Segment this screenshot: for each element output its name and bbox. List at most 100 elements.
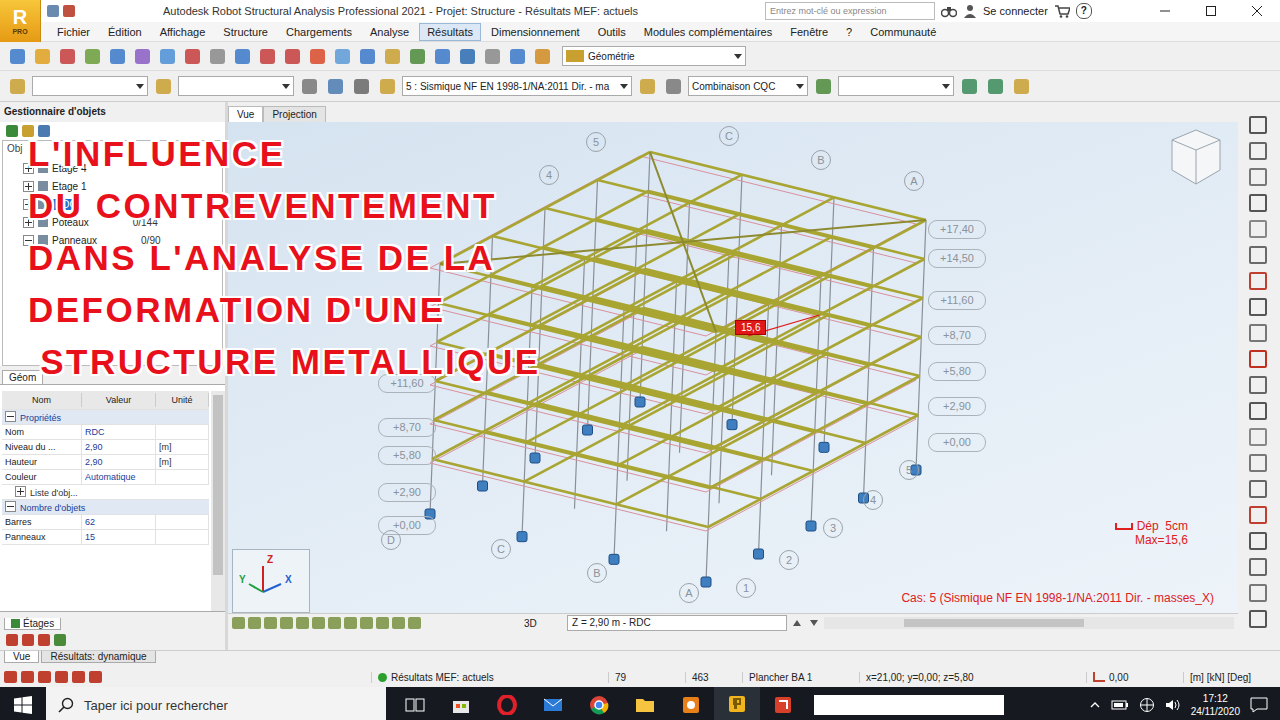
view-tool-icon[interactable] [376,617,389,629]
user-icon[interactable] [963,4,977,18]
floors-tab[interactable]: Étages [4,618,61,630]
menu-item[interactable]: Analyse [362,23,417,41]
expand-toggle-icon[interactable] [23,235,34,246]
right-tool-icon[interactable] [1247,322,1269,343]
viewcube-icon[interactable] [1168,126,1224,190]
toolbar-icon[interactable] [106,45,128,67]
sign-in-button[interactable]: Se connecter [983,5,1048,17]
battery-icon[interactable] [1111,699,1129,711]
panel-tool-icon[interactable] [22,125,34,137]
view-tool-icon[interactable] [232,617,245,629]
status-tool-icon[interactable] [4,671,17,683]
toolbar-icon[interactable] [431,45,453,67]
bottom-tab[interactable]: Vue [4,651,39,663]
toolbar-icon[interactable] [331,45,353,67]
help-search-field[interactable]: Entrez mot-clé ou expression [765,2,935,20]
property-row[interactable]: Propriétés [2,410,209,425]
property-row[interactable]: Nombre d'objets [2,500,209,515]
view-scrollbar[interactable] [824,617,1234,629]
tree-item[interactable]: Etage 1 [3,177,222,195]
toolbar-icon[interactable] [231,45,253,67]
right-tool-icon[interactable] [1247,244,1269,265]
right-tool-icon[interactable] [1247,452,1269,473]
network-icon[interactable] [1139,697,1155,713]
toolbar-icon[interactable] [206,45,228,67]
floor-tool-icon[interactable] [22,634,34,646]
status-tool-icon[interactable] [72,671,85,683]
toolbar-icon[interactable] [131,45,153,67]
view-select[interactable]: Géométrie [562,46,746,66]
toolbar-icon[interactable] [181,45,203,67]
frame2-icon[interactable] [984,75,1006,97]
robot-app-icon[interactable] [714,687,760,720]
view-tab[interactable]: Projection [263,106,325,122]
view-mode[interactable]: 3D [524,618,564,629]
quick-undo-icon[interactable] [63,5,75,17]
quick-save-icon[interactable] [47,5,59,17]
show-hidden-icons-icon[interactable] [1089,700,1101,710]
menu-item[interactable]: Communauté [862,23,944,41]
tree-item[interactable]: Etage 4 [3,159,222,177]
status-tool-icon[interactable] [38,671,51,683]
properties-tab[interactable]: Géom [2,370,43,384]
toolbar-icon[interactable] [6,45,28,67]
view-tool-icon[interactable] [296,617,309,629]
case-icon[interactable] [324,75,346,97]
help-button[interactable]: ? [1076,3,1092,19]
maximize-icon[interactable] [1188,0,1234,22]
toolbar-icon[interactable] [156,45,178,67]
expand-toggle-icon[interactable] [5,501,16,512]
file-explorer-icon[interactable] [622,687,668,720]
right-tool-icon[interactable] [1247,608,1269,629]
toolbar-icon[interactable] [31,45,53,67]
section-icon[interactable] [1010,75,1032,97]
tree-item[interactable]: Poteaux0/144 [3,213,222,231]
tree-item[interactable]: RDC [3,195,222,213]
filter-icon[interactable] [298,75,320,97]
toolbar-icon[interactable] [406,45,428,67]
clock[interactable]: 17:1224/11/2020 [1191,692,1240,718]
toolbar-icon[interactable] [56,45,78,67]
chrome-icon[interactable] [576,687,622,720]
properties-scrollbar[interactable] [211,391,225,611]
property-row[interactable]: Barres62 [2,515,209,530]
property-row[interactable]: CouleurAutomatique [2,470,209,485]
right-tool-icon[interactable] [1247,166,1269,187]
view-tool-icon[interactable] [312,617,325,629]
load-icon[interactable] [350,75,372,97]
right-tool-icon[interactable] [1247,270,1269,291]
expand-toggle-icon[interactable] [23,163,34,174]
max-displacement-marker[interactable]: 15,6 [735,320,766,335]
menu-item[interactable]: Modules complémentaires [636,23,780,41]
right-tool-icon[interactable] [1247,400,1269,421]
toolbar-icon[interactable] [81,45,103,67]
opera-icon[interactable] [484,687,530,720]
menu-item[interactable]: Affichage [152,23,214,41]
right-tool-icon[interactable] [1247,140,1269,161]
combination-icon[interactable] [662,75,684,97]
property-row[interactable]: NomRDC [2,425,209,440]
view-tool-icon[interactable] [360,617,373,629]
volume-icon[interactable] [1165,698,1181,712]
frame-icon[interactable] [958,75,980,97]
panel-tool-icon[interactable] [38,125,50,137]
view-tool-icon[interactable] [344,617,357,629]
app-red-icon[interactable] [760,687,806,720]
property-row[interactable]: Panneaux15 [2,530,209,545]
right-tool-icon[interactable] [1247,114,1269,135]
combination-select[interactable]: Combinaison CQC [688,76,808,96]
view-tool-icon[interactable] [392,617,405,629]
expand-toggle-icon[interactable] [23,181,34,192]
view-tool-icon[interactable] [328,617,341,629]
expand-toggle-icon[interactable] [23,199,34,210]
right-tool-icon[interactable] [1247,426,1269,447]
notifications-icon[interactable] [1250,697,1268,713]
right-tool-icon[interactable] [1247,192,1269,213]
floor-tool-icon[interactable] [38,634,50,646]
property-row[interactable]: Liste d'obj... [2,485,209,500]
property-row[interactable]: Hauteur2,90[m] [2,455,209,470]
property-row[interactable]: Niveau du ...2,90[m] [2,440,209,455]
panel-tool-icon[interactable] [6,125,18,137]
bottom-tab[interactable]: Résultats: dynamique [41,651,155,663]
task-view-icon[interactable] [392,687,438,720]
